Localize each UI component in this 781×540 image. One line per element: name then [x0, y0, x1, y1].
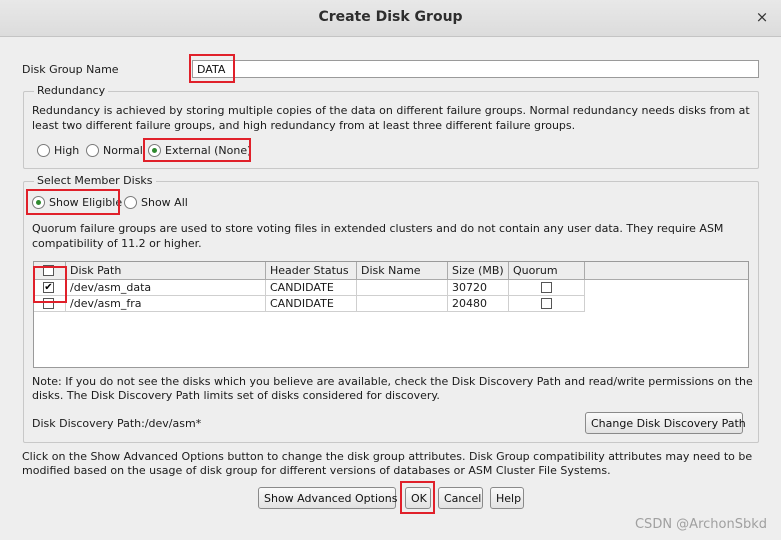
table-cell-status: CANDIDATE: [266, 280, 357, 296]
row-1-quorum-checkbox[interactable]: [541, 282, 552, 293]
table-header-disk-path[interactable]: Disk Path: [66, 262, 266, 280]
table-header-disk-name[interactable]: Disk Name: [357, 262, 448, 280]
highlight-box-eligible: [26, 189, 120, 215]
quorum-note-2: compatibility of 11.2 or higher.: [32, 237, 202, 250]
table-cell-status: CANDIDATE: [266, 296, 357, 312]
radio-show-all-label[interactable]: Show All: [141, 196, 188, 209]
table-cell-name: [357, 296, 448, 312]
show-advanced-options-button[interactable]: Show Advanced Options: [258, 487, 397, 509]
table-cell-name: [357, 280, 448, 296]
footer-note-1: Click on the Show Advanced Options butto…: [22, 450, 753, 463]
close-icon[interactable]: ×: [753, 8, 771, 26]
radio-high[interactable]: [37, 144, 50, 157]
table-cell-size: 20480: [448, 296, 509, 312]
title-bar: Create Disk Group ×: [0, 0, 781, 37]
highlight-box-ok: [400, 481, 435, 514]
highlight-box-external: [143, 138, 251, 162]
help-button[interactable]: Help: [490, 487, 524, 509]
table-cell-quorum[interactable]: [509, 280, 585, 296]
cancel-button[interactable]: Cancel: [438, 487, 483, 509]
radio-normal[interactable]: [86, 144, 99, 157]
quorum-note-1: Quorum failure groups are used to store …: [32, 222, 724, 235]
table-cell-path: /dev/asm_fra: [66, 296, 266, 312]
table-cell-path: /dev/asm_data: [66, 280, 266, 296]
change-discovery-path-button[interactable]: Change Disk Discovery Path: [585, 412, 746, 434]
radio-high-label[interactable]: High: [54, 144, 79, 157]
member-disks-legend: Select Member Disks: [34, 174, 156, 187]
highlight-box-row-checkbox: [33, 266, 67, 303]
discovery-path-label: Disk Discovery Path:/dev/asm*: [32, 417, 202, 430]
table-header-header-status[interactable]: Header Status: [266, 262, 357, 280]
disk-table: Disk Path Header Status Disk Name Size (…: [33, 261, 749, 368]
disk-group-name-input[interactable]: [192, 60, 759, 78]
highlight-box-name: [189, 54, 235, 83]
redundancy-description-1: Redundancy is achieved by storing multip…: [32, 104, 750, 117]
table-cell-quorum[interactable]: [509, 296, 585, 312]
footer-note-2: modified based on the usage of disk grou…: [22, 464, 611, 477]
disk-group-name-label: Disk Group Name: [22, 63, 119, 76]
table-header-size[interactable]: Size (MB): [448, 262, 509, 280]
dialog-title: Create Disk Group: [318, 9, 463, 25]
table-header-quorum[interactable]: Quorum: [509, 262, 585, 280]
table-header-filler: [585, 262, 748, 280]
redundancy-description-2: least two different failure groups, and …: [32, 119, 576, 132]
radio-show-all[interactable]: [124, 196, 137, 209]
watermark: CSDN @ArchonSbkd: [634, 517, 767, 532]
row-2-quorum-checkbox[interactable]: [541, 298, 552, 309]
discovery-note-1: Note: If you do not see the disks which …: [32, 375, 753, 388]
create-disk-group-dialog: Create Disk Group × Disk Group Name Redu…: [0, 0, 781, 540]
radio-normal-label[interactable]: Normal: [103, 144, 143, 157]
table-cell-size: 30720: [448, 280, 509, 296]
redundancy-legend: Redundancy: [34, 84, 109, 97]
discovery-note-2: disks. The Disk Discovery Path limits se…: [32, 389, 440, 402]
